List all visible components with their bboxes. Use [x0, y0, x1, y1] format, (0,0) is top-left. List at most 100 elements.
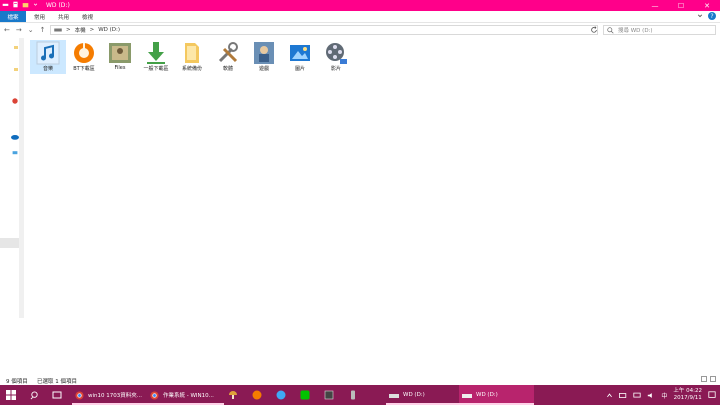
item-count: 9 個項目	[6, 379, 28, 385]
list-item[interactable]: 軟體	[210, 40, 246, 74]
onedrive-icon[interactable]	[11, 134, 19, 140]
selection-count: 已選取 1 個項目	[37, 379, 77, 385]
start-button[interactable]	[6, 385, 16, 405]
breadcrumb-wd-drive[interactable]: WD (D:)	[98, 27, 120, 33]
taskbar-app-label: WD (D:)	[403, 392, 425, 398]
phone-icon[interactable]	[348, 390, 358, 400]
taskbar-app-chrome-1[interactable]: win10 1703資料夾...	[72, 385, 149, 405]
game-icon	[254, 42, 274, 64]
ime-indicator[interactable]: 中	[661, 391, 667, 400]
tab-view[interactable]: 檢視	[82, 11, 93, 22]
task-view-button[interactable]	[52, 385, 62, 405]
item-label: 系統備份	[181, 66, 202, 72]
taskbar-app-label: win10 1703資料夾...	[88, 393, 143, 399]
tab-file[interactable]: 檔案	[0, 11, 26, 22]
item-label: 軟體	[222, 66, 233, 72]
chevron-up-icon[interactable]	[606, 392, 613, 399]
tab-share[interactable]: 共用	[58, 11, 69, 22]
address-separator: >	[66, 27, 71, 33]
chrome-icon	[75, 390, 84, 400]
blue-circle-icon[interactable]	[276, 390, 286, 400]
clock[interactable]: 上午 04:22 2017/9/11	[673, 388, 702, 402]
film-icon[interactable]	[324, 390, 334, 400]
navigation-pane[interactable]	[0, 38, 24, 374]
list-item[interactable]: 一般下載區	[138, 40, 174, 74]
system-tray: 中 上午 04:22 2017/9/11	[606, 385, 720, 405]
taskbar-app-chrome-2[interactable]: 作業系統 - WIN10...	[147, 385, 224, 405]
maximize-button[interactable]: ☐	[668, 0, 694, 11]
address-row: ← → ⌄ ↑ > 本機 > WD (D:) 搜尋 WD (D:)	[0, 23, 720, 38]
item-label: BT下載區	[73, 66, 95, 72]
item-label: 遊戲	[258, 66, 269, 72]
item-label: Files	[114, 65, 126, 71]
drive-icon	[54, 28, 62, 32]
properties-icon[interactable]	[12, 1, 19, 8]
taskbar-app-explorer-1[interactable]: WD (D:)	[386, 385, 459, 405]
battery-icon[interactable]	[619, 392, 627, 399]
details-view-button[interactable]	[701, 376, 707, 382]
nav-item-selected[interactable]	[0, 238, 19, 248]
windows-logo-icon	[6, 390, 16, 400]
green-download-arrow-icon	[147, 42, 165, 64]
volume-icon[interactable]	[647, 392, 655, 399]
taskbar-app-label: 作業系統 - WIN10...	[163, 393, 214, 399]
item-label: 影片	[330, 66, 341, 72]
mushroom-app-icon[interactable]	[228, 390, 238, 400]
recent-locations-button[interactable]: ⌄	[28, 26, 34, 34]
tools-icon	[218, 42, 238, 63]
status-bar: 9 個項目 已選取 1 個項目	[0, 374, 720, 385]
pc-icon[interactable]	[12, 150, 18, 156]
title-bar: WD (D:) — ☐ ✕	[0, 0, 720, 11]
minimize-button[interactable]: —	[642, 0, 668, 11]
item-label: 一般下載區	[143, 66, 169, 72]
taskbar: win10 1703資料夾... 作業系統 - WIN10... WD (D:)…	[0, 385, 720, 405]
cortana-search-button[interactable]	[30, 385, 39, 405]
itunes-music-icon	[36, 41, 60, 65]
list-item[interactable]: 遊戲	[246, 40, 282, 74]
navigation-scrollbar[interactable]	[19, 38, 24, 318]
address-separator: >	[89, 27, 95, 33]
list-item[interactable]: 音樂	[30, 40, 66, 74]
breadcrumb-this-pc[interactable]: 本機	[75, 26, 86, 34]
nav-marker	[14, 68, 18, 71]
tab-home[interactable]: 常用	[34, 11, 45, 22]
address-bar[interactable]: > 本機 > WD (D:)	[50, 25, 598, 35]
new-folder-icon[interactable]	[22, 1, 29, 8]
close-button[interactable]: ✕	[694, 0, 720, 11]
forward-button[interactable]: →	[16, 26, 22, 34]
folder-icon	[185, 43, 199, 63]
notification-icon[interactable]	[708, 391, 716, 399]
list-item[interactable]: 系統備份	[174, 40, 210, 74]
list-item[interactable]: 影片	[318, 40, 354, 74]
item-label: 圖片	[294, 66, 305, 72]
drive-icon	[462, 393, 472, 398]
search-icon	[30, 390, 38, 399]
list-item[interactable]: BT下載區	[66, 40, 102, 74]
search-icon	[607, 27, 614, 34]
line-app-icon[interactable]	[300, 390, 310, 400]
back-button[interactable]: ←	[4, 26, 10, 34]
expand-ribbon-icon[interactable]	[697, 13, 703, 19]
list-item[interactable]: Files	[102, 40, 138, 74]
chrome-icon[interactable]	[12, 98, 18, 104]
window-controls: — ☐ ✕	[642, 0, 720, 11]
search-placeholder: 搜尋 WD (D:)	[618, 28, 653, 34]
orange-circle-icon[interactable]	[252, 390, 262, 400]
search-input[interactable]: 搜尋 WD (D:)	[603, 25, 716, 35]
item-label: 音樂	[42, 66, 53, 72]
taskbar-app-label: WD (D:)	[476, 392, 498, 398]
up-button[interactable]: ↑	[40, 26, 46, 34]
task-view-icon	[52, 391, 62, 398]
window-title: WD (D:)	[46, 2, 70, 9]
pictures-icon	[290, 45, 310, 61]
taskbar-app-explorer-2[interactable]: WD (D:)	[459, 385, 534, 405]
customize-toolbar-icon[interactable]	[32, 1, 39, 8]
clock-time: 上午 04:22	[673, 388, 702, 394]
network-icon[interactable]	[633, 392, 641, 399]
list-item[interactable]: 圖片	[282, 40, 318, 74]
help-icon[interactable]: ?	[708, 12, 716, 20]
pinned-apps	[228, 385, 358, 405]
large-icons-view-button[interactable]	[710, 376, 716, 382]
photo-folder-icon	[109, 43, 131, 63]
refresh-icon[interactable]	[590, 26, 598, 34]
